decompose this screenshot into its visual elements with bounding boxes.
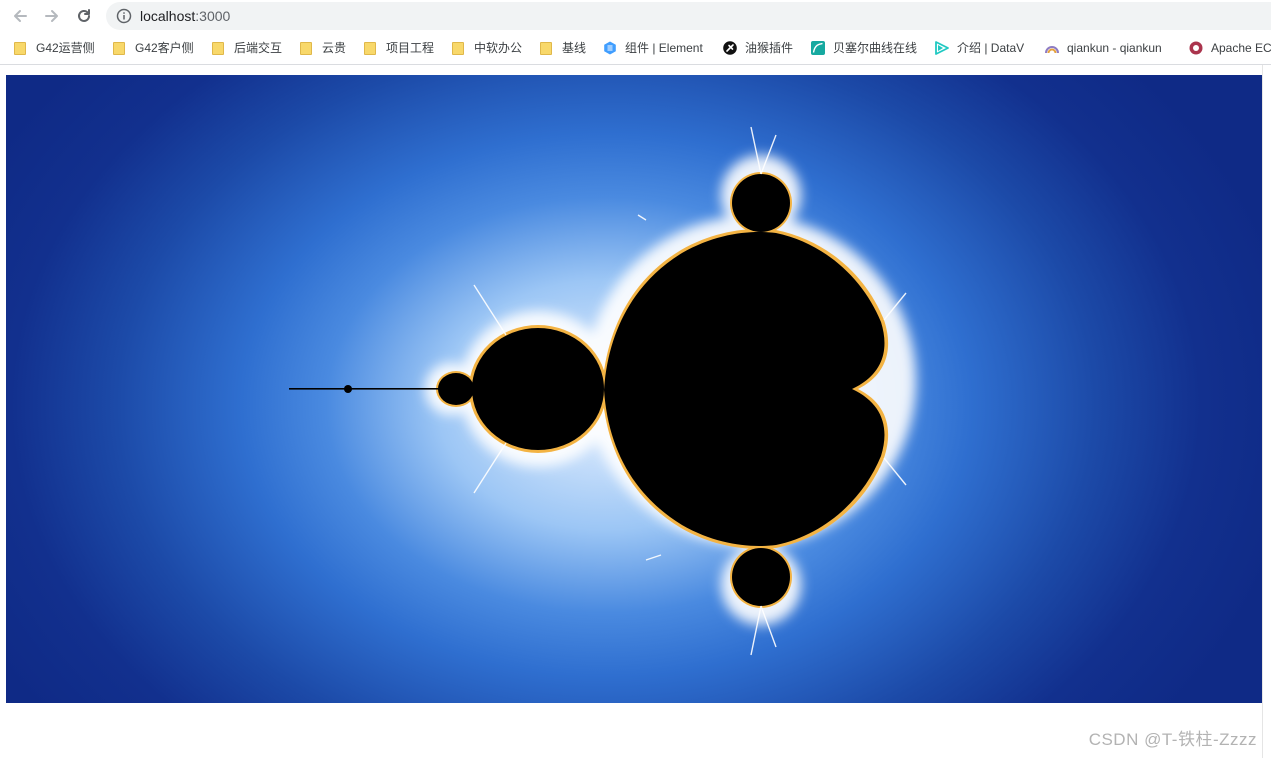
forward-button[interactable]	[40, 4, 64, 28]
bookmark-g42-customer[interactable]: G42客户侧	[113, 39, 194, 57]
bookmark-g42-ops[interactable]: G42运营侧	[14, 39, 95, 57]
page-content: CSDN @T-铁柱-Zzzz	[0, 65, 1271, 758]
folder-icon	[14, 41, 26, 55]
bookmark-label: G42运营侧	[36, 41, 95, 55]
tampermonkey-icon	[723, 41, 737, 55]
qiankun-icon	[1045, 46, 1059, 54]
bookmark-label: 贝塞尔曲线在线	[833, 41, 918, 55]
bookmark-baseline[interactable]: 基线	[540, 39, 586, 57]
url-text[interactable]: localhost:3000	[140, 8, 230, 24]
arrow-right-icon	[45, 10, 58, 22]
bookmark-tampermonkey[interactable]: 油猴插件	[723, 39, 793, 57]
url-port: :3000	[195, 8, 231, 24]
bookmark-label: Apache EC	[1211, 41, 1271, 55]
folder-icon	[300, 41, 312, 55]
bookmark-projects[interactable]: 项目工程	[364, 39, 434, 57]
site-info-icon[interactable]	[116, 8, 132, 24]
bookmark-label: 云贵	[322, 41, 347, 55]
folder-icon	[452, 41, 464, 55]
bookmark-backend[interactable]: 后端交互	[212, 39, 282, 57]
bookmark-label: 后端交互	[234, 41, 283, 55]
csdn-watermark: CSDN @T-铁柱-Zzzz	[1088, 730, 1257, 749]
element-logo-icon	[604, 41, 616, 55]
bookmark-echarts[interactable]: Apache EC	[1189, 39, 1271, 57]
bookmark-datav[interactable]: 介绍 | DataV	[935, 39, 1024, 57]
scrollbar-track[interactable]	[1262, 65, 1271, 758]
folder-icon	[212, 41, 224, 55]
folder-icon	[113, 41, 125, 55]
browser-toolbar: localhost:3000	[0, 0, 1271, 33]
bookmark-element[interactable]: 组件 | Element	[603, 39, 703, 57]
bookmark-label: 介绍 | DataV	[957, 41, 1025, 55]
echarts-icon	[1189, 41, 1203, 55]
bookmark-label: 项目工程	[386, 41, 435, 55]
bookmark-label: qiankun - qiankun	[1067, 41, 1162, 55]
address-bar[interactable]: localhost:3000	[106, 2, 1271, 30]
folder-icon	[540, 41, 552, 55]
bookmark-label: 基线	[562, 41, 587, 55]
back-button[interactable]	[8, 4, 32, 28]
bookmark-label: 中软办公	[474, 41, 523, 55]
mandelbrot-canvas[interactable]	[6, 75, 1262, 703]
bookmark-yungui[interactable]: 云贵	[300, 39, 346, 57]
bezier-icon	[811, 41, 825, 55]
bookmark-label: 组件 | Element	[625, 41, 703, 55]
bookmark-qiankun[interactable]: qiankun - qiankun	[1045, 39, 1162, 57]
bookmark-label: G42客户侧	[135, 41, 194, 55]
arrow-left-icon	[14, 10, 27, 22]
bookmarks-bar: G42运营侧 G42客户侧 后端交互 云贵 项目工程 中软办公 基线 组件 | …	[0, 33, 1271, 65]
mandelbrot-fractal	[289, 126, 916, 656]
reload-button[interactable]	[72, 4, 96, 28]
bookmark-bezier[interactable]: 贝塞尔曲线在线	[811, 39, 917, 57]
bookmark-label: 油猴插件	[745, 41, 794, 55]
reload-icon	[78, 9, 90, 22]
folder-icon	[364, 41, 376, 55]
url-host: localhost	[140, 8, 196, 24]
datav-icon	[935, 41, 949, 55]
bookmark-office[interactable]: 中软办公	[452, 39, 522, 57]
